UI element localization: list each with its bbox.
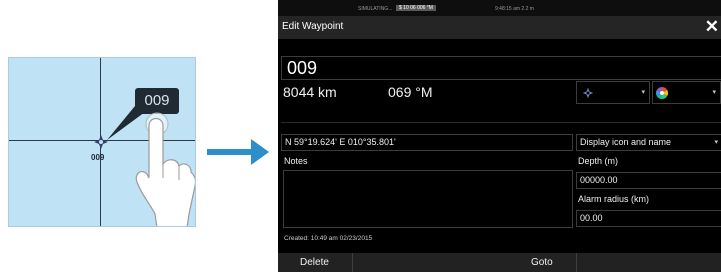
position-input[interactable]: N 59°19.624' E 010°35.801' [281,134,573,151]
status-pill: $ 10 06 006 °M [396,5,436,11]
alarm-radius-label: Alarm radius (km) [578,194,650,204]
status-bar: SIMULATING... $ 10 06 006 °M 9:48:15 am … [278,0,721,16]
edit-waypoint-screen: SIMULATING... $ 10 06 006 °M 9:48:15 am … [278,0,721,272]
chevron-down-icon: ▾ [714,139,718,146]
action-bar: Delete Goto [278,253,721,272]
waypoint-symbol-icon [582,87,594,99]
dialog-title-bar: Edit Waypoint ✕ [278,16,721,39]
created-timestamp: Created: 10:49 am 02/23/2015 [284,235,373,242]
chevron-down-icon: ▾ [641,89,645,96]
close-icon[interactable]: ✕ [705,17,719,37]
dialog-title: Edit Waypoint [282,21,344,32]
action-divider [576,253,577,272]
display-option-dropdown[interactable]: Display icon and name ▾ [576,134,721,151]
time-depth-readout: 9:48:15 am 2.2 m [495,6,534,12]
icon-dropdown[interactable]: ▾ [576,81,650,104]
color-wheel-icon [656,87,668,99]
arrow-right-icon [207,139,269,165]
depth-input[interactable]: 00000.00 [576,172,721,189]
tap-count-label: x1 [155,184,172,201]
waypoint-label: 009 [91,153,105,162]
section-divider [281,122,721,123]
color-dropdown[interactable]: ▾ [652,81,721,104]
goto-button[interactable]: Goto [531,253,553,272]
tap-hand-icon [135,112,195,226]
alarm-radius-input[interactable]: 00.00 [576,210,721,227]
distance-readout: 8044 km [283,84,337,100]
notes-label: Notes [284,156,308,166]
notes-textarea[interactable] [283,170,573,228]
waypoint-name-input[interactable]: 009 [281,56,721,80]
bearing-readout: 069 °M [388,84,433,100]
depth-label: Depth (m) [578,156,619,166]
chevron-down-icon: ▾ [712,89,716,96]
display-option-value: Display icon and name [580,137,672,147]
simulating-indicator: SIMULATING... [358,6,393,12]
chart-illustration: 009 009 x1 [8,57,196,227]
action-divider [352,253,353,272]
delete-button[interactable]: Delete [300,253,329,272]
